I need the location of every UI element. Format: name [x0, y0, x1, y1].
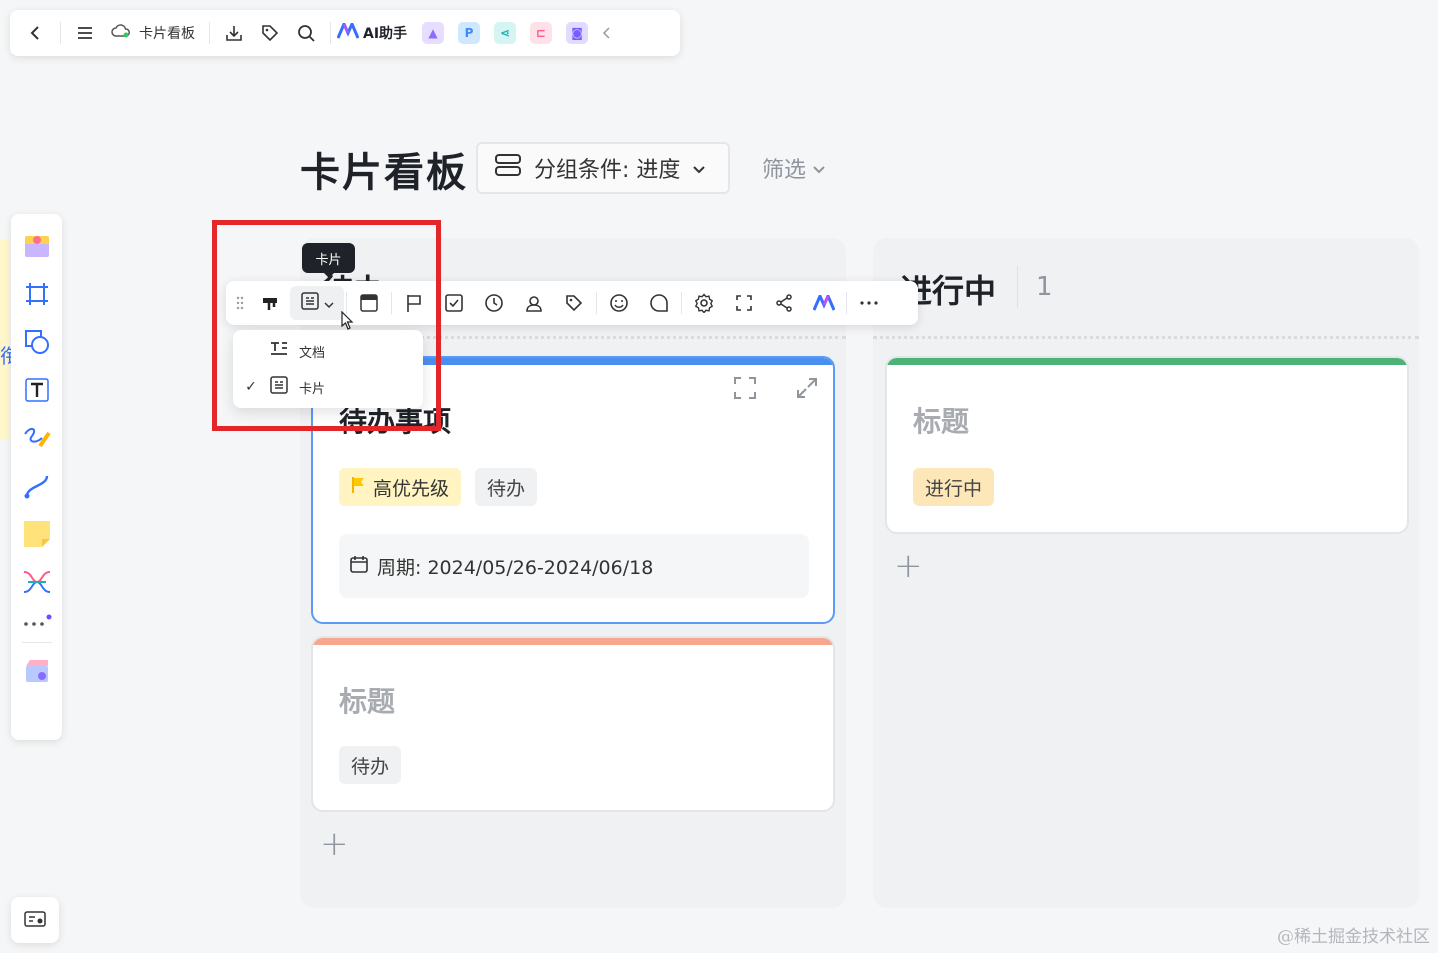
shape-icon[interactable] [17, 318, 57, 366]
ai-assistant-label: AI助手 [363, 26, 408, 42]
sticky-note-icon[interactable] [17, 510, 57, 558]
chevron-down-icon [692, 156, 706, 181]
page-title: 卡片看板 [300, 150, 468, 196]
clock-icon[interactable] [474, 286, 514, 320]
add-card-button[interactable]: + [894, 546, 923, 586]
chevron-down-icon [812, 156, 826, 181]
text-icon[interactable] [17, 366, 57, 414]
group-by-button[interactable]: 分组条件: 进度 [476, 142, 730, 194]
search-icon[interactable] [288, 15, 324, 51]
add-card-button[interactable]: + [320, 824, 349, 864]
date-label: 周期: 2024/05/26-2024/06/18 [377, 556, 654, 579]
date-range[interactable]: 周期: 2024/05/26-2024/06/18 [339, 534, 809, 598]
tag-label: 待办 [487, 477, 526, 500]
tag-icon[interactable] [554, 286, 594, 320]
settings-icon[interactable] [684, 286, 724, 320]
column-divider [873, 336, 1419, 339]
filter-label: 筛选 [762, 158, 807, 183]
card-color-bar [887, 358, 1407, 365]
card-title[interactable]: 标题 [339, 680, 395, 720]
doc-title-area[interactable]: 卡片看板 [103, 23, 203, 43]
status-tag[interactable]: 待办 [475, 468, 538, 506]
minimap-icon[interactable] [11, 897, 59, 943]
tag-label: 高优先级 [373, 477, 450, 500]
watermark: @稀土掘金技术社区 [1277, 927, 1430, 947]
connector-icon[interactable] [17, 462, 57, 510]
more-icon[interactable] [849, 286, 889, 320]
user-icon[interactable] [514, 286, 554, 320]
tag-label: 待办 [351, 755, 390, 778]
pen-icon[interactable] [17, 414, 57, 462]
divider [1017, 266, 1018, 308]
status-tag[interactable]: 待办 [339, 746, 402, 784]
divider [846, 292, 847, 314]
group-icon [494, 153, 522, 183]
column-count: 1 [1036, 272, 1053, 302]
doc-title: 卡片看板 [139, 26, 195, 42]
divider [596, 292, 597, 314]
card-color-bar [313, 638, 833, 645]
app-box-icon[interactable] [17, 647, 57, 695]
more-tools-icon[interactable] [17, 606, 57, 638]
divider [21, 642, 52, 643]
menu-icon[interactable] [67, 15, 103, 51]
flag-icon [351, 476, 365, 499]
kanban-card[interactable]: 标题 进行中 [885, 356, 1409, 534]
chat-app-icon[interactable]: ◙ [566, 22, 589, 44]
share-app-icon[interactable]: ⋖ [494, 22, 517, 44]
status-tag[interactable]: 进行中 [913, 468, 995, 506]
comment-icon[interactable] [639, 286, 679, 320]
emoji-icon[interactable] [599, 286, 639, 320]
highlight-annotation [212, 220, 441, 431]
convert-icon[interactable] [724, 286, 764, 320]
share-icon[interactable] [764, 286, 804, 320]
ai-assistant-button[interactable]: AI助手 [336, 20, 408, 43]
mindmap-icon[interactable] [17, 558, 57, 606]
card-title[interactable]: 标题 [913, 400, 969, 440]
divider [209, 22, 210, 44]
left-toolbar [11, 214, 62, 740]
convert-icon[interactable] [731, 374, 759, 406]
mindmap-app-icon[interactable]: ⊏ [530, 22, 553, 44]
tag-label: 进行中 [925, 477, 983, 500]
expand-icon[interactable] [795, 376, 819, 404]
ai-icon[interactable] [804, 286, 844, 320]
p-app-icon[interactable]: P [458, 22, 481, 44]
collapse-icon[interactable] [595, 15, 619, 51]
calendar-icon [349, 554, 369, 579]
image-app-icon[interactable]: ▲ [422, 22, 445, 44]
filter-button[interactable]: 筛选 [762, 152, 826, 184]
top-toolbar: 卡片看板 AI助手 ▲ P ⋖ ⊏ ◙ [10, 10, 680, 56]
priority-tag[interactable]: 高优先级 [339, 468, 462, 506]
tag-icon[interactable] [252, 15, 288, 51]
back-icon[interactable] [18, 15, 54, 51]
group-by-label: 分组条件: 进度 [534, 158, 681, 183]
divider [60, 22, 61, 44]
ai-logo-icon [336, 20, 360, 43]
download-icon[interactable] [216, 15, 252, 51]
kanban-card[interactable]: 标题 待办 [311, 636, 835, 812]
cloud-icon [111, 23, 131, 43]
frame-icon[interactable] [17, 270, 57, 318]
template-icon[interactable] [17, 222, 57, 270]
column-in-progress [873, 238, 1419, 908]
divider [330, 22, 331, 44]
divider [681, 292, 682, 314]
